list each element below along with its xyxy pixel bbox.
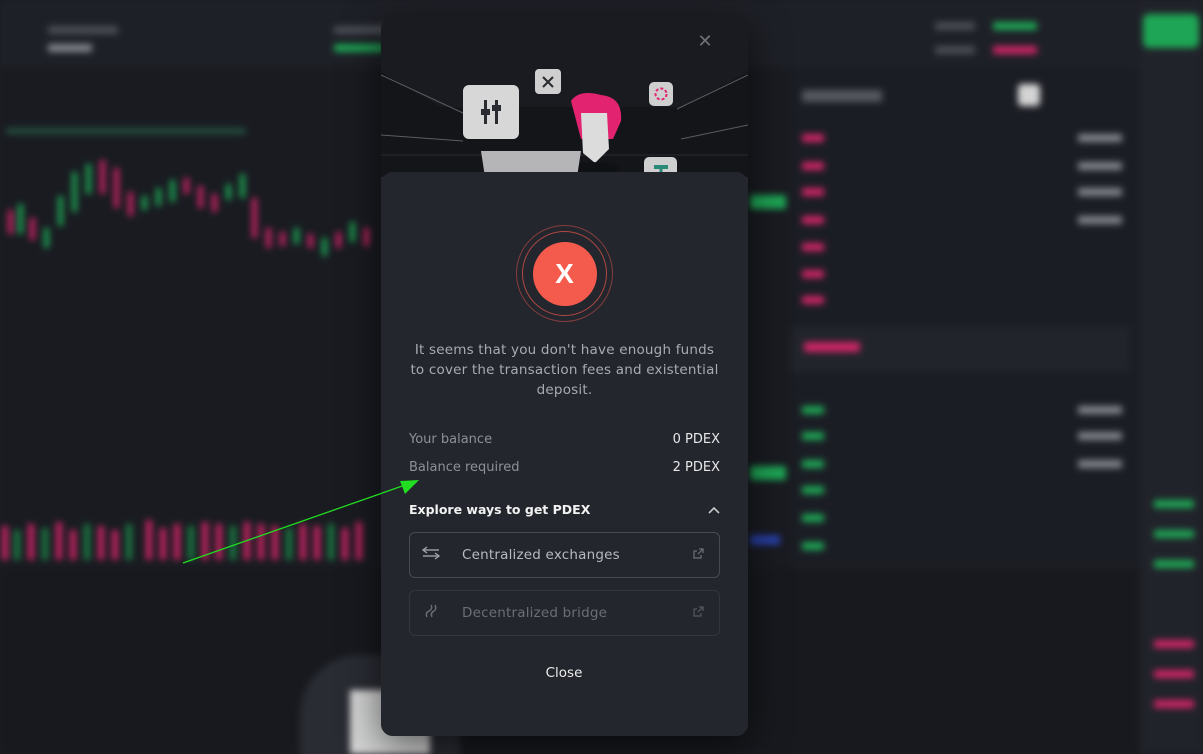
decentralized-bridge-label: Decentralized bridge	[462, 605, 608, 621]
close-icon[interactable]: ✕	[697, 33, 713, 51]
bg-volume	[0, 520, 380, 560]
modal-illustration: ✕	[381, 17, 748, 177]
required-balance-value: 2 PDEX	[672, 460, 720, 475]
required-balance-row: Balance required 2 PDEX	[409, 460, 720, 475]
close-button[interactable]: Close	[514, 665, 614, 689]
explore-ways-toggle[interactable]: Explore ways to get PDEX	[409, 502, 720, 517]
your-balance-label: Your balance	[409, 432, 493, 447]
bg-orderbook	[790, 68, 1140, 568]
error-status: X	[516, 225, 613, 322]
crossed-tools-icon	[535, 69, 561, 94]
bg-green-button	[1143, 14, 1199, 48]
error-x-icon: X	[532, 241, 597, 306]
bg-side-panel	[1140, 0, 1203, 754]
decentralized-bridge-option[interactable]: Decentralized bridge	[409, 590, 720, 636]
arrows-swap-icon	[421, 546, 441, 564]
explore-ways-title: Explore ways to get PDEX	[409, 502, 591, 517]
illustration-scene	[381, 72, 748, 177]
insufficient-funds-modal: ✕ X It seems that you don't have enough …	[381, 17, 748, 736]
centralized-exchanges-option[interactable]: Centralized exchanges	[409, 532, 720, 578]
centralized-exchanges-label: Centralized exchanges	[462, 547, 620, 563]
error-message: It seems that you don't have enough fund…	[410, 342, 719, 398]
modal-content: X It seems that you don't have enough fu…	[381, 172, 748, 736]
chevron-up-icon	[708, 503, 720, 517]
external-link-icon	[693, 548, 707, 562]
your-balance-value: 0 PDEX	[672, 432, 720, 447]
external-link-icon	[693, 606, 707, 620]
sliders-tile-icon	[463, 85, 519, 139]
polkadot-icon	[649, 82, 673, 106]
bridge-icon	[422, 603, 440, 623]
your-balance-row: Your balance 0 PDEX	[409, 432, 720, 447]
required-balance-label: Balance required	[409, 460, 520, 475]
